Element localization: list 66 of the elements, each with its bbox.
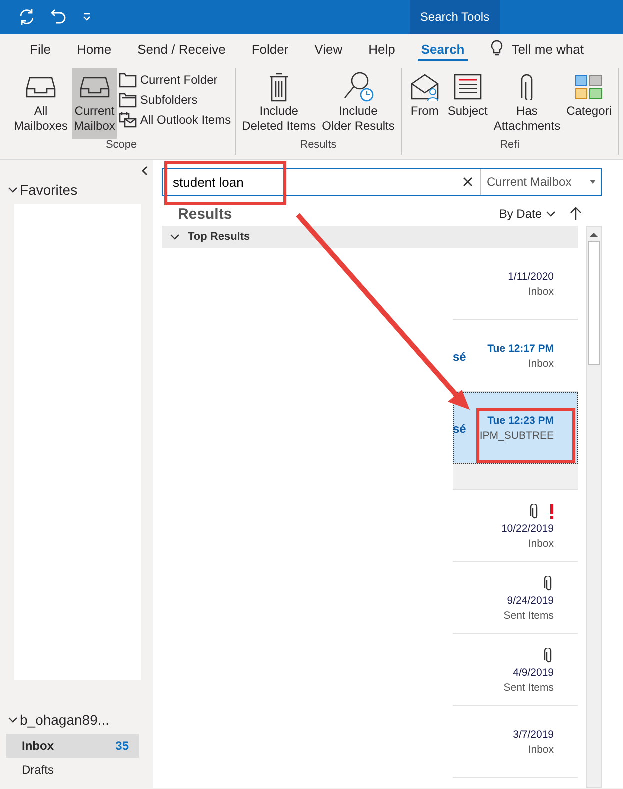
ribbon-button[interactable]: Include Deleted Items (240, 68, 318, 139)
message-date: Tue 12:23 PM (488, 415, 554, 427)
chevron-icon (170, 232, 180, 242)
paperclip-icon (521, 74, 534, 100)
message-folder: Sent Items (504, 682, 554, 694)
unread-count: 35 (116, 739, 129, 753)
group-label: Refi (499, 139, 521, 153)
sort-dropdown[interactable]: By Date (499, 207, 556, 221)
chevron-icon (8, 715, 18, 725)
ribbon-button[interactable]: From (406, 68, 444, 139)
ribbon-tab[interactable]: File (17, 34, 64, 64)
scope-dropdown[interactable]: Current Mailbox (480, 169, 601, 195)
message-date: Tue 12:17 PM (488, 343, 554, 355)
message-date: 3/7/2019 (513, 729, 554, 741)
scrollbar-thumb[interactable] (588, 241, 600, 365)
results-title: Results (178, 206, 232, 222)
group-label: Scope (104, 139, 138, 153)
ribbon-button[interactable]: Subject (446, 68, 490, 139)
caret-icon (589, 179, 597, 185)
sync-icon[interactable] (18, 8, 36, 26)
message-folder: Inbox (528, 358, 554, 370)
ribbon-tab[interactable]: Search (408, 34, 478, 64)
message-date: 9/24/2019 (507, 594, 554, 606)
scope-option[interactable]: All Outlook Items (119, 112, 232, 128)
ribbon-button[interactable]: Include Older Results (320, 68, 397, 139)
ribbon-tab[interactable]: Help (356, 34, 408, 64)
scope-option[interactable]: Current Folder (119, 72, 232, 88)
message-folder: Inbox (528, 286, 554, 298)
account-header[interactable]: b_ohagan89... (20, 712, 110, 728)
scope-option[interactable]: Subfolders (119, 92, 232, 108)
calendar-mail-icon (119, 112, 138, 128)
lightbulb-icon (490, 40, 504, 58)
group-header[interactable]: Top Results (162, 226, 578, 248)
ribbon-button[interactable]: Current Mailbox (72, 68, 118, 139)
favorites-header[interactable]: Favorites (20, 182, 78, 198)
message-date: 4/9/2019 (513, 666, 554, 678)
ribbon-button[interactable]: All Mailboxes (12, 68, 70, 139)
ribbon-tab[interactable]: Send / Receive (124, 34, 239, 64)
undo-icon[interactable] (50, 8, 68, 26)
scrollbar[interactable] (586, 226, 602, 788)
ribbon-button[interactable]: Categori (564, 68, 614, 139)
message-date: 1/11/2020 (508, 271, 554, 283)
folder-icon (119, 72, 138, 88)
ribbon-tab[interactable]: Folder (238, 34, 302, 64)
message-folder: Inbox (528, 538, 554, 550)
sort-direction-icon[interactable] (570, 207, 582, 221)
sender-name: sé (453, 350, 466, 366)
sender-name: sé (453, 422, 466, 438)
search-field[interactable]: student loan Current Mailbox (162, 168, 602, 196)
ribbon-tab[interactable]: View (302, 34, 356, 64)
message-folder: IPM_SUBTREE (480, 430, 554, 442)
message-date: 10/22/2019 (501, 522, 554, 534)
message-folder: Sent Items (504, 610, 554, 622)
chevron-icon (8, 185, 18, 195)
ribbon-button[interactable]: Has Attachments (492, 68, 563, 139)
message-folder: Inbox (528, 744, 554, 756)
ribbon-tab[interactable]: Home (64, 34, 125, 64)
customize-toolbar-icon[interactable] (82, 12, 92, 22)
folder-item[interactable]: Drafts (6, 758, 139, 782)
scroll-up-icon[interactable] (589, 231, 599, 239)
folder-item[interactable]: Inbox 35 (6, 734, 139, 758)
group-label: Results (299, 139, 338, 153)
folders-icon (119, 92, 138, 108)
collapse-pane-icon[interactable] (141, 166, 149, 176)
chevron-icon (546, 210, 556, 218)
tell-me-field[interactable]: Tell me what (512, 42, 584, 56)
